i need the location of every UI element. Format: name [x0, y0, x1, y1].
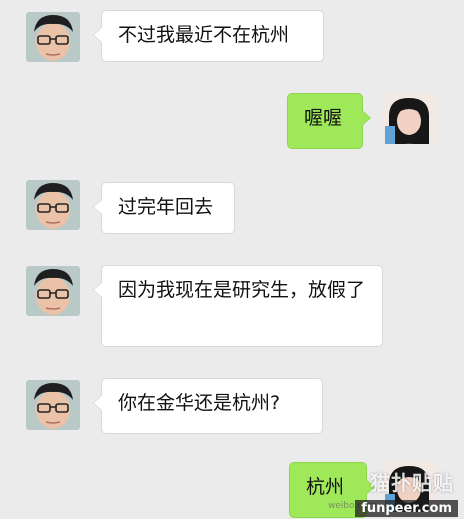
contact-avatar[interactable] [26, 266, 80, 316]
incoming-message-bubble[interactable]: 因为我现在是研究生，放假了 [93, 265, 383, 347]
message-text: 过完年回去 [118, 196, 214, 218]
message-text: 不过我最近不在杭州 [118, 24, 290, 46]
watermark-site-url: funpeer.com [355, 500, 458, 517]
incoming-message-bubble[interactable]: 不过我最近不在杭州 [93, 10, 324, 62]
site-watermark: 猫扑贴贴 weibo.com funpeer.com [328, 467, 458, 517]
message-text: 喔喔 [304, 107, 343, 129]
user-avatar[interactable] [381, 94, 435, 144]
contact-avatar[interactable] [26, 180, 80, 230]
contact-avatar[interactable] [26, 380, 80, 430]
watermark-logo-text: 猫扑贴贴 [370, 471, 454, 495]
chat-conversation: 不过我最近不在杭州 喔喔 过完年回去 因为我现在是研究生，放假了 你在金华还是杭… [0, 0, 464, 519]
incoming-message-bubble[interactable]: 过完年回去 [93, 182, 235, 234]
message-text: 你在金华还是杭州? [118, 392, 281, 414]
outgoing-message-bubble[interactable]: 喔喔 [287, 93, 371, 149]
contact-avatar[interactable] [26, 12, 80, 62]
incoming-message-bubble[interactable]: 你在金华还是杭州? [93, 378, 323, 434]
message-text: 因为我现在是研究生，放假了 [118, 279, 366, 301]
